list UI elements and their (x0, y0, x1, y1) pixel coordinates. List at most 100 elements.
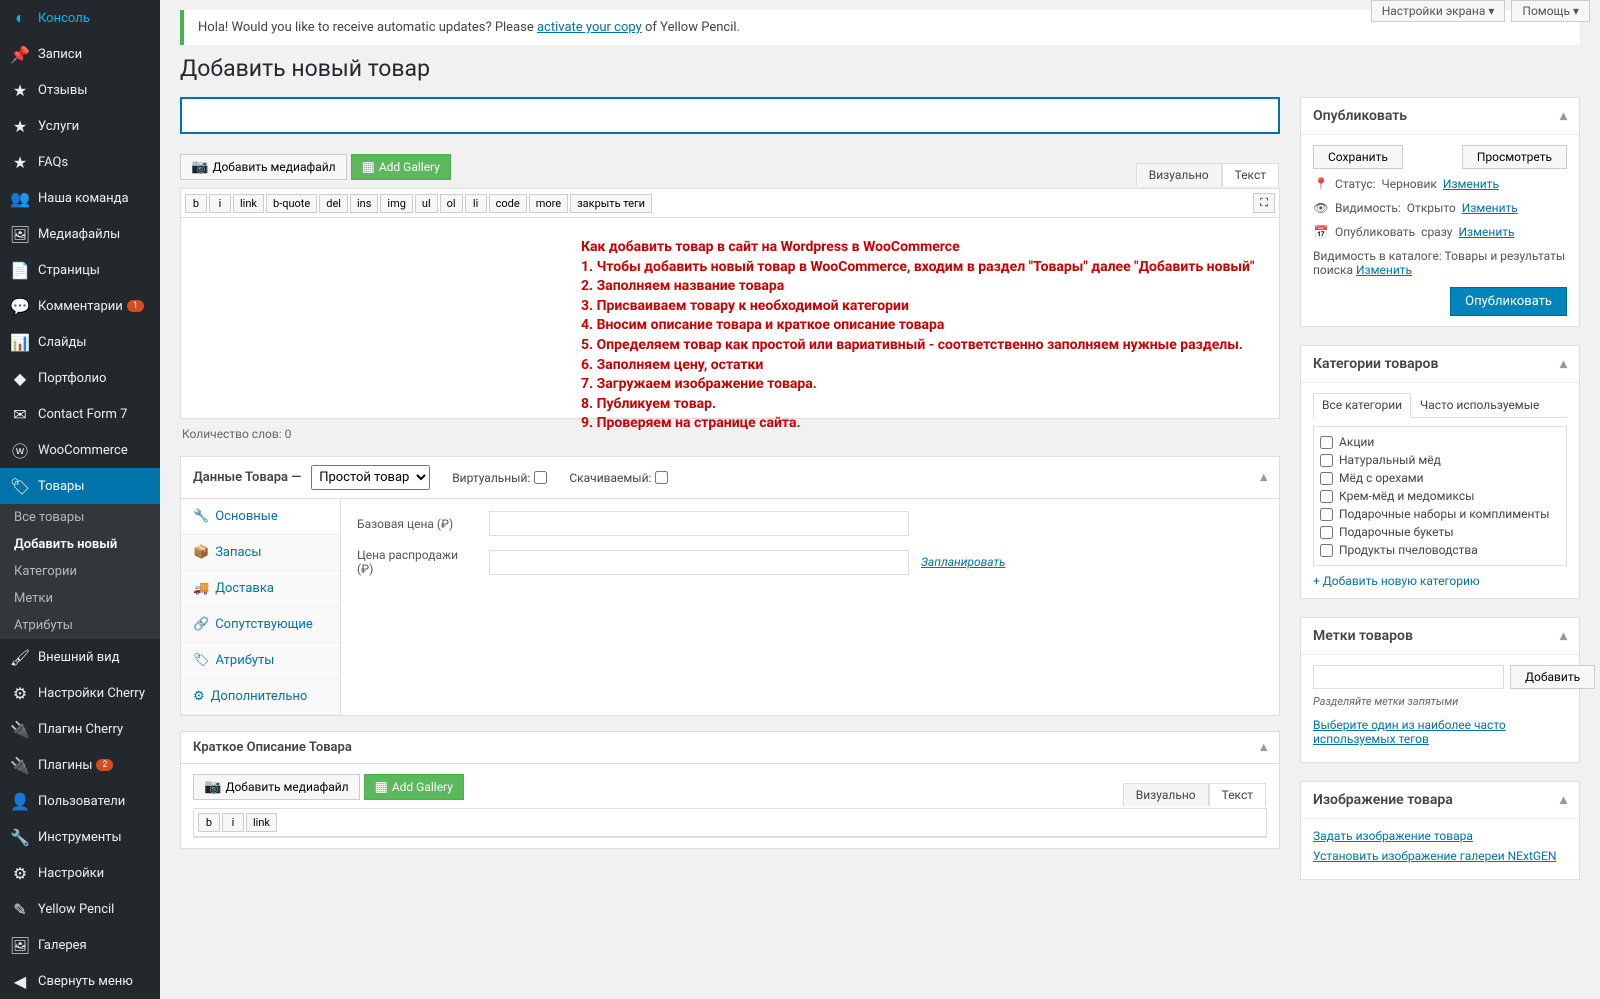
menu-item-16[interactable]: 🔌Плагин Cherry (0, 711, 160, 747)
submenu-item[interactable]: Все товары (0, 504, 160, 531)
add-media-button-short[interactable]: 📷Добавить медиафайл (193, 774, 360, 800)
menu-item-3[interactable]: ★Услуги (0, 108, 160, 144)
edit-publish-link[interactable]: Изменить (1458, 225, 1514, 239)
fullscreen-icon[interactable]: ⛶ (1253, 193, 1275, 213)
menu-item-18[interactable]: 👤Пользователи (0, 783, 160, 819)
add-gallery-button[interactable]: ▦Add Gallery (351, 154, 451, 180)
menu-item-17[interactable]: 🔌Плагины2 (0, 747, 160, 783)
edit-catalog-visibility-link[interactable]: Изменить (1356, 263, 1412, 277)
preview-button[interactable]: Просмотреть (1462, 145, 1567, 169)
nextgen-gallery-link[interactable]: Установить изображение галереи NExtGEN (1313, 849, 1567, 863)
menu-item-9[interactable]: 📊Слайды (0, 324, 160, 360)
menu-item-12[interactable]: ⓦWooCommerce (0, 432, 160, 468)
menu-item-10[interactable]: ◆Портфолио (0, 360, 160, 396)
menu-item-13[interactable]: 🏷Товары (0, 468, 160, 504)
admin-sidebar: ◐Консоль📌Записи★Отзывы★Услуги★FAQs👥Наша … (0, 0, 160, 999)
short-toolbar-btn-b[interactable]: b (198, 813, 220, 832)
category-checkbox[interactable] (1320, 490, 1333, 503)
add-gallery-button-short[interactable]: ▦Add Gallery (364, 774, 464, 800)
publish-button[interactable]: Опубликовать (1450, 287, 1567, 316)
category-checkbox[interactable] (1320, 472, 1333, 485)
category-checkbox[interactable] (1320, 508, 1333, 521)
menu-item-11[interactable]: ✉Contact Form 7 (0, 396, 160, 432)
add-media-button[interactable]: 📷Добавить медиафайл (180, 154, 347, 180)
product-title-input[interactable] (180, 97, 1280, 134)
pd-tab-2[interactable]: 🚚Доставка (181, 571, 340, 607)
tag-input[interactable] (1313, 665, 1504, 689)
panel-toggle-icon[interactable]: ▴ (1560, 108, 1567, 124)
panel-toggle-icon[interactable]: ▴ (1560, 356, 1567, 372)
activate-link[interactable]: activate your copy (537, 20, 642, 35)
help-button[interactable]: Помощь ▾ (1511, 0, 1590, 22)
menu-item-20[interactable]: ⚙Настройки (0, 855, 160, 891)
toolbar-btn-code[interactable]: code (489, 194, 527, 213)
submenu-item[interactable]: Добавить новый (0, 531, 160, 558)
set-product-image-link[interactable]: Задать изображение товара (1313, 829, 1567, 843)
menu-item-2[interactable]: ★Отзывы (0, 72, 160, 108)
virtual-checkbox[interactable] (534, 471, 547, 484)
editor-body[interactable]: Как добавить товар в сайт на Wordpress в… (181, 218, 1279, 418)
schedule-link[interactable]: Запланировать (921, 555, 1005, 569)
menu-item-0[interactable]: ◐Консоль (0, 0, 160, 36)
sale-price-input[interactable] (489, 550, 909, 575)
short-editor-tab-visual[interactable]: Визуально (1123, 783, 1209, 806)
panel-toggle-icon[interactable]: ▴ (1260, 740, 1267, 755)
menu-item-4[interactable]: ★FAQs (0, 144, 160, 180)
short-editor-tab-text[interactable]: Текст (1209, 783, 1266, 806)
toolbar-btn-закрыть теги[interactable]: закрыть теги (570, 194, 652, 213)
toolbar-btn-b[interactable]: b (185, 194, 207, 213)
menu-item-8[interactable]: 💬Комментарии1 (0, 288, 160, 324)
menu-item-15[interactable]: ⚙Настройки Cherry (0, 675, 160, 711)
panel-toggle-icon[interactable]: ▴ (1260, 470, 1267, 485)
menu-item-1[interactable]: 📌Записи (0, 36, 160, 72)
toolbar-btn-img[interactable]: img (380, 194, 413, 213)
downloadable-checkbox[interactable] (655, 471, 668, 484)
category-checkbox[interactable] (1320, 454, 1333, 467)
toolbar-btn-ul[interactable]: ul (415, 194, 438, 213)
category-checkbox[interactable] (1320, 436, 1333, 449)
toolbar-btn-link[interactable]: link (233, 194, 264, 213)
submenu-item[interactable]: Метки (0, 585, 160, 612)
category-checkbox[interactable] (1320, 526, 1333, 539)
regular-price-input[interactable] (489, 511, 909, 536)
short-toolbar-btn-i[interactable]: i (222, 813, 244, 832)
pd-tab-4[interactable]: 🏷Атрибуты (181, 643, 340, 679)
edit-status-link[interactable]: Изменить (1443, 177, 1499, 191)
pd-tab-1[interactable]: 📦Запасы (181, 535, 340, 571)
toolbar-btn-ol[interactable]: ol (440, 194, 463, 213)
pd-tab-0[interactable]: 🔧Основные (181, 499, 340, 535)
product-type-select[interactable]: Простой товар (311, 465, 430, 490)
add-tag-button[interactable]: Добавить (1510, 665, 1595, 689)
menu-item-6[interactable]: 🖼Медиафайлы (0, 216, 160, 252)
pd-tab-3[interactable]: 🔗Сопутствующие (181, 607, 340, 643)
add-category-link[interactable]: + Добавить новую категорию (1313, 574, 1567, 588)
panel-toggle-icon[interactable]: ▴ (1560, 628, 1567, 644)
menu-item-7[interactable]: 📄Страницы (0, 252, 160, 288)
submenu-item[interactable]: Категории (0, 558, 160, 585)
menu-item-5[interactable]: 👥Наша команда (0, 180, 160, 216)
short-toolbar-btn-link[interactable]: link (246, 813, 277, 832)
toolbar-btn-del[interactable]: del (319, 194, 348, 213)
screen-options-button[interactable]: Настройки экрана ▾ (1371, 0, 1506, 22)
editor-tab-text[interactable]: Текст (1222, 163, 1279, 186)
menu-item-21[interactable]: ✎Yellow Pencil (0, 891, 160, 927)
save-draft-button[interactable]: Сохранить (1313, 145, 1403, 169)
toolbar-btn-li[interactable]: li (465, 194, 487, 213)
editor-tab-visual[interactable]: Визуально (1136, 163, 1222, 186)
submenu-item[interactable]: Атрибуты (0, 612, 160, 639)
cat-tab-all[interactable]: Все категории (1313, 393, 1411, 418)
menu-item-14[interactable]: 🖌Внешний вид (0, 639, 160, 675)
menu-item-23[interactable]: ◀Свернуть меню (0, 963, 160, 999)
menu-item-19[interactable]: 🔧Инструменты (0, 819, 160, 855)
category-checkbox[interactable] (1320, 544, 1333, 557)
pd-tab-5[interactable]: ⚙Дополнительно (181, 679, 340, 715)
edit-visibility-link[interactable]: Изменить (1462, 201, 1518, 215)
panel-toggle-icon[interactable]: ▴ (1560, 792, 1567, 808)
toolbar-btn-ins[interactable]: ins (350, 194, 378, 213)
cat-tab-freq[interactable]: Часто используемые (1411, 393, 1548, 417)
toolbar-btn-more[interactable]: more (529, 194, 568, 213)
toolbar-btn-i[interactable]: i (209, 194, 231, 213)
popular-tags-link[interactable]: Выберите один из наиболее часто использу… (1313, 718, 1567, 746)
menu-item-22[interactable]: 🖼Галерея (0, 927, 160, 963)
toolbar-btn-b-quote[interactable]: b-quote (266, 194, 317, 213)
